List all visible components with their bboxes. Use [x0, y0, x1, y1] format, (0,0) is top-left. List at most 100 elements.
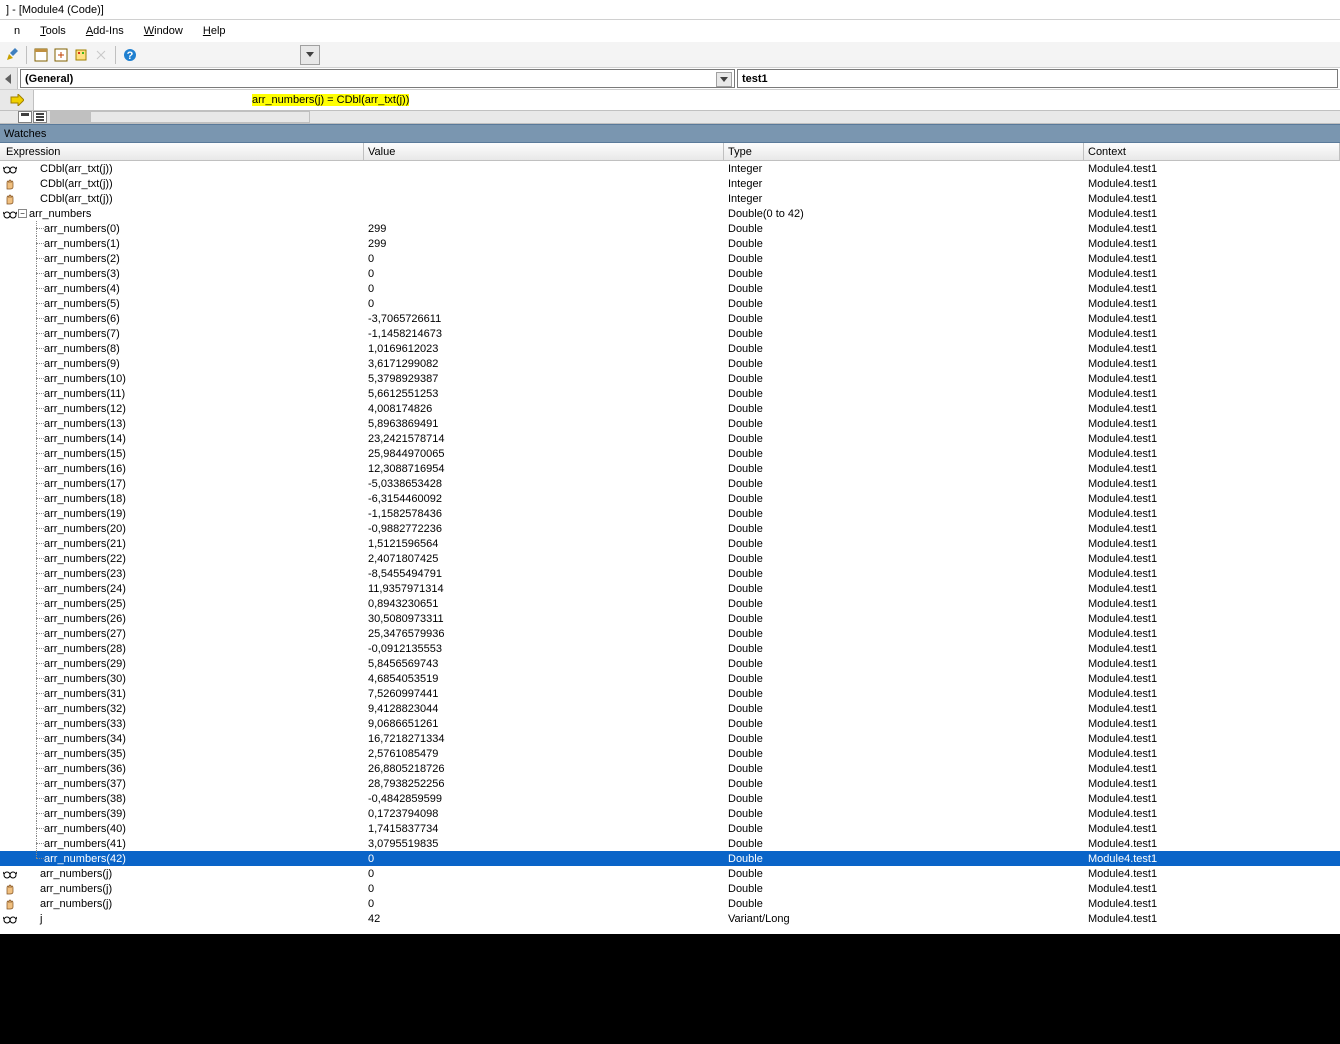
toolbar-combo-caret[interactable] [300, 45, 320, 65]
watch-row-child[interactable]: arr_numbers(38) -0,4842859599 Double Mod… [0, 791, 1340, 806]
watch-type: Double [724, 403, 1084, 415]
watch-row-child[interactable]: arr_numbers(27) 25,3476579936 Double Mod… [0, 626, 1340, 641]
watch-row[interactable]: arr_numbers(j) 0 Double Module4.test1 [0, 866, 1340, 881]
watch-row-child[interactable]: arr_numbers(16) 12,3088716954 Double Mod… [0, 461, 1340, 476]
watch-row-child[interactable]: arr_numbers(4) 0 Double Module4.test1 [0, 281, 1340, 296]
col-type[interactable]: Type [724, 143, 1084, 160]
watch-expression: arr_numbers(16) [44, 463, 126, 475]
watches-body[interactable]: CDbl(arr_txt(j)) Integer Module4.test1 C… [0, 161, 1340, 934]
toolbox-icon[interactable] [93, 47, 109, 63]
watch-row-child[interactable]: arr_numbers(40) 1,7415837734 Double Modu… [0, 821, 1340, 836]
watch-row-child[interactable]: arr_numbers(29) 5,8456569743 Double Modu… [0, 656, 1340, 671]
watch-row-child[interactable]: arr_numbers(24) 11,9357971314 Double Mod… [0, 581, 1340, 596]
watch-row-child[interactable]: arr_numbers(36) 26,8805218726 Double Mod… [0, 761, 1340, 776]
watch-row-child[interactable]: arr_numbers(28) -0,0912135553 Double Mod… [0, 641, 1340, 656]
col-expression[interactable]: Expression [0, 143, 364, 160]
watch-value: 1,5121596564 [364, 538, 724, 550]
watch-row-child[interactable]: arr_numbers(18) -6,3154460092 Double Mod… [0, 491, 1340, 506]
watch-row-child[interactable]: arr_numbers(1) 299 Double Module4.test1 [0, 236, 1340, 251]
menu-help[interactable]: Help [195, 23, 234, 39]
procedure-combo[interactable]: test1 [737, 69, 1338, 88]
tree-line-icon [30, 656, 44, 671]
watch-row[interactable]: j 42 Variant/Long Module4.test1 [0, 911, 1340, 926]
watch-row-child[interactable]: arr_numbers(42) 0 Double Module4.test1 [0, 851, 1340, 866]
watch-context: Module4.test1 [1084, 208, 1340, 220]
watch-row-child[interactable]: arr_numbers(32) 9,4128823044 Double Modu… [0, 701, 1340, 716]
watch-row-child[interactable]: arr_numbers(15) 25,9844970065 Double Mod… [0, 446, 1340, 461]
watch-row-child[interactable]: arr_numbers(31) 7,5260997441 Double Modu… [0, 686, 1340, 701]
watch-context: Module4.test1 [1084, 253, 1340, 265]
watch-row-child[interactable]: arr_numbers(6) -3,7065726611 Double Modu… [0, 311, 1340, 326]
watch-type: Double [724, 703, 1084, 715]
full-module-view-button[interactable] [18, 111, 32, 123]
design-mode-icon[interactable] [4, 47, 20, 63]
watch-row-parent[interactable]: −arr_numbers Double(0 to 42) Module4.tes… [0, 206, 1340, 221]
watch-row-child[interactable]: arr_numbers(20) -0,9882772236 Double Mod… [0, 521, 1340, 536]
watch-row-child[interactable]: arr_numbers(22) 2,4071807425 Double Modu… [0, 551, 1340, 566]
watch-row-child[interactable]: arr_numbers(10) 5,3798929387 Double Modu… [0, 371, 1340, 386]
watch-row-child[interactable]: arr_numbers(12) 4,008174826 Double Modul… [0, 401, 1340, 416]
menu-run-tail[interactable]: n [6, 23, 28, 39]
menu-addins[interactable]: Add-Ins [78, 23, 132, 39]
horizontal-scrollbar[interactable] [50, 111, 310, 123]
tree-line-icon [30, 326, 44, 341]
watch-row-child[interactable]: arr_numbers(14) 23,2421578714 Double Mod… [0, 431, 1340, 446]
watch-row-child[interactable]: arr_numbers(3) 0 Double Module4.test1 [0, 266, 1340, 281]
watch-row[interactable]: CDbl(arr_txt(j)) Integer Module4.test1 [0, 161, 1340, 176]
watch-type: Double [724, 433, 1084, 445]
object-browser-icon[interactable] [73, 47, 89, 63]
watch-row-child[interactable]: arr_numbers(34) 16,7218271334 Double Mod… [0, 731, 1340, 746]
watch-row-child[interactable]: arr_numbers(21) 1,5121596564 Double Modu… [0, 536, 1340, 551]
watch-row-child[interactable]: arr_numbers(39) 0,1723794098 Double Modu… [0, 806, 1340, 821]
watch-row-child[interactable]: arr_numbers(8) 1,0169612023 Double Modul… [0, 341, 1340, 356]
collapse-icon[interactable]: − [18, 209, 27, 218]
blank-icon [2, 327, 18, 341]
blank-icon [2, 477, 18, 491]
watch-context: Module4.test1 [1084, 403, 1340, 415]
watch-row-child[interactable]: arr_numbers(7) -1,1458214673 Double Modu… [0, 326, 1340, 341]
watches-panel: Expression Value Type Context CDbl(arr_t… [0, 143, 1340, 934]
watch-row-child[interactable]: arr_numbers(30) 4,6854053519 Double Modu… [0, 671, 1340, 686]
object-combo[interactable]: (General) [20, 69, 735, 88]
code-editor[interactable]: arr_numbers(j) = CDbl(arr_txt(j)) [34, 90, 1340, 110]
watch-row-child[interactable]: arr_numbers(2) 0 Double Module4.test1 [0, 251, 1340, 266]
watch-row[interactable]: CDbl(arr_txt(j)) Integer Module4.test1 [0, 176, 1340, 191]
watch-row[interactable]: arr_numbers(j) 0 Double Module4.test1 [0, 896, 1340, 911]
menu-tools[interactable]: Tools [32, 23, 74, 39]
watch-row[interactable]: arr_numbers(j) 0 Double Module4.test1 [0, 881, 1340, 896]
watch-expression: arr_numbers(j) [40, 883, 112, 895]
watch-row[interactable]: CDbl(arr_txt(j)) Integer Module4.test1 [0, 191, 1340, 206]
window-title: ] - [Module4 (Code)] [6, 4, 104, 16]
watch-row-child[interactable]: arr_numbers(23) -8,5455494791 Double Mod… [0, 566, 1340, 581]
watch-row-child[interactable]: arr_numbers(35) 2,5761085479 Double Modu… [0, 746, 1340, 761]
watch-context: Module4.test1 [1084, 913, 1340, 925]
watch-row-child[interactable]: arr_numbers(33) 9,0686651261 Double Modu… [0, 716, 1340, 731]
watch-type: Double [724, 388, 1084, 400]
watch-row-child[interactable]: arr_numbers(37) 28,7938252256 Double Mod… [0, 776, 1340, 791]
watch-row-child[interactable]: arr_numbers(41) 3,0795519835 Double Modu… [0, 836, 1340, 851]
procedure-view-button[interactable] [33, 111, 47, 123]
watch-row-child[interactable]: arr_numbers(11) 5,6612551253 Double Modu… [0, 386, 1340, 401]
col-value[interactable]: Value [364, 143, 724, 160]
watch-row-child[interactable]: arr_numbers(5) 0 Double Module4.test1 [0, 296, 1340, 311]
watch-row-child[interactable]: arr_numbers(25) 0,8943230651 Double Modu… [0, 596, 1340, 611]
watch-row-child[interactable]: arr_numbers(9) 3,6171299082 Double Modul… [0, 356, 1340, 371]
watch-context: Module4.test1 [1084, 898, 1340, 910]
properties-icon[interactable] [53, 47, 69, 63]
col-context[interactable]: Context [1084, 143, 1340, 160]
project-explorer-icon[interactable] [33, 47, 49, 63]
chevron-down-icon[interactable] [716, 72, 732, 87]
scrollbar-thumb[interactable] [51, 112, 91, 122]
watch-expression: arr_numbers(31) [44, 688, 126, 700]
help-icon[interactable]: ? [122, 47, 138, 63]
menu-window[interactable]: Window [136, 23, 191, 39]
watch-value: 28,7938252256 [364, 778, 724, 790]
watches-panel-header[interactable]: Watches [0, 124, 1340, 143]
left-stub[interactable] [0, 68, 18, 89]
watch-row-child[interactable]: arr_numbers(0) 299 Double Module4.test1 [0, 221, 1340, 236]
watch-row-child[interactable]: arr_numbers(26) 30,5080973311 Double Mod… [0, 611, 1340, 626]
watch-row-child[interactable]: arr_numbers(13) 5,8963869491 Double Modu… [0, 416, 1340, 431]
watch-row-child[interactable]: arr_numbers(19) -1,1582578436 Double Mod… [0, 506, 1340, 521]
watch-row-child[interactable]: arr_numbers(17) -5,0338653428 Double Mod… [0, 476, 1340, 491]
blank-icon [2, 342, 18, 356]
